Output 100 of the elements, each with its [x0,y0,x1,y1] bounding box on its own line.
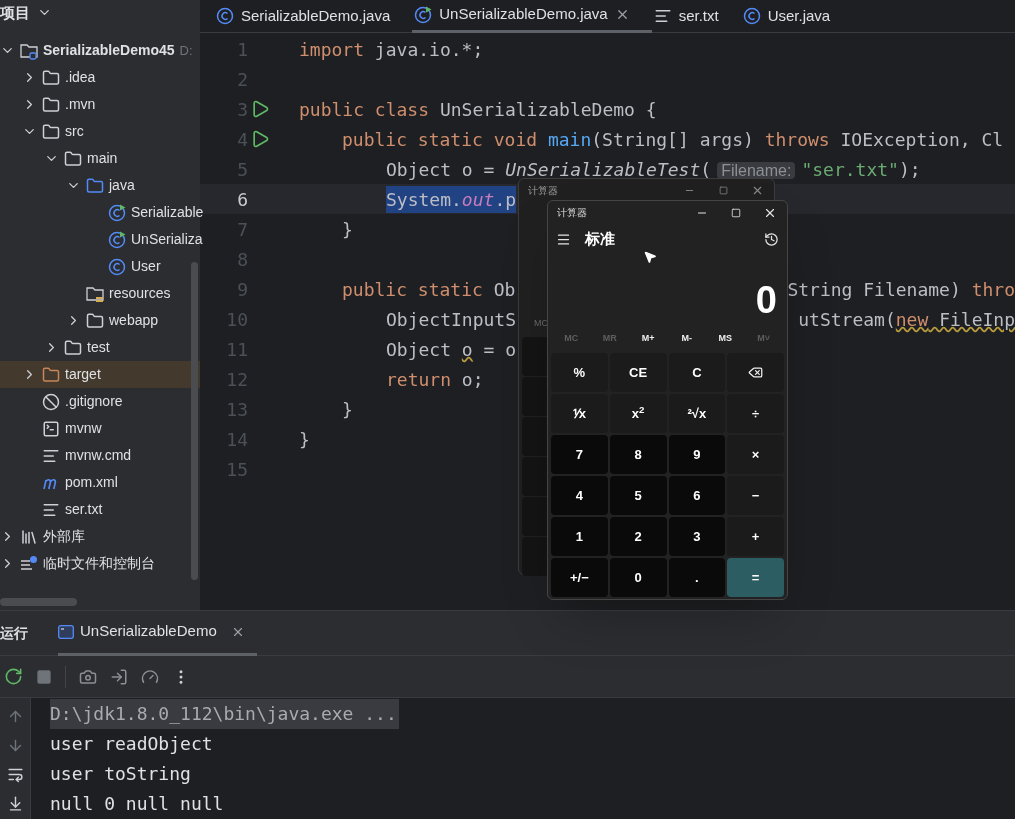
soft-wrap-icon[interactable] [6,766,24,783]
calculator-key[interactable]: +/− [551,558,608,597]
calculator-key[interactable]: 2 [609,517,667,556]
tree-label: pom.xml [65,473,118,492]
tree-label: .mvn [65,95,96,114]
panel-title: 运行 [0,623,29,643]
calculator-key[interactable]: x$^{2}$ [609,394,667,433]
calculator-key[interactable]: 9 [668,435,726,474]
tree-item[interactable]: ser.txt [0,496,200,523]
pointer-icon [643,250,657,264]
folder-icon [64,149,82,168]
text-file-icon [653,7,672,25]
class-icon [108,257,126,276]
calculator-key[interactable]: 1 [551,517,608,556]
editor-tab[interactable]: User.java [740,0,853,33]
runnable-class-icon [414,5,433,24]
tab-label: SerializableDemo.java [241,5,391,26]
run-icon[interactable] [250,99,270,119]
rerun-icon[interactable] [4,667,23,686]
calculator-key[interactable]: 5 [609,476,667,515]
tab-label: ser.txt [678,5,719,26]
calculator-key[interactable]: 0 [609,558,667,597]
tree-item[interactable]: .gitignore [0,388,200,415]
calculator-key[interactable]: ²√x [668,394,726,433]
calculator-key[interactable]: C [668,353,726,392]
tree-label: test [87,338,110,357]
calculator-key[interactable] [727,353,784,392]
tree-item[interactable]: 外部库 [0,523,200,550]
tree-item[interactable]: test [0,334,200,361]
calculator-key[interactable]: 4 [551,476,608,515]
tree-label: .idea [65,68,96,87]
tree-item[interactable]: resources [0,280,200,307]
code-line: utStream(new FileInp [798,307,1015,332]
runnable-class-icon [108,203,126,222]
tree-item[interactable]: .mvn [0,91,200,118]
calculator-key[interactable]: = [727,558,784,597]
calculator-key[interactable]: + [727,517,784,556]
tree-item[interactable]: 临时文件和控制台 [0,550,200,577]
tree-label: Serializable [131,203,204,222]
camera-icon[interactable] [79,667,97,686]
calculator-key[interactable]: ⅟x [551,394,608,433]
calculator-key[interactable]: − [727,476,784,515]
editor-tab[interactable]: UnSerializableDemo.java [412,0,652,33]
scrollbar[interactable] [0,598,77,606]
console-line: null 0 null null [50,792,224,816]
code-line: public static void main(String[] args) throws IOException, Cl [342,127,1004,152]
tree-item[interactable]: SerializableDemo45 D: [0,37,200,64]
calculator-key[interactable]: × [727,435,784,474]
calculator-key[interactable]: ÷ [727,394,784,433]
path-hint: D: [179,41,193,60]
tree-label: User [131,257,161,276]
code-line: public class UnSerializableDemo { [299,97,657,122]
tree-item[interactable]: java [0,172,200,199]
tree-label: ser.txt [65,500,103,519]
line-number: 6 [236,187,248,212]
memory-button[interactable]: M- [667,332,706,346]
tree-item[interactable]: mvnw [0,415,200,442]
calculator-key[interactable]: 7 [551,435,608,474]
tree-item[interactable]: webapp [0,307,200,334]
tree-label: mvnw [65,419,102,438]
tree-label: target [65,365,101,384]
code-line: } [342,397,353,422]
calculator-key[interactable]: 3 [668,517,726,556]
history-icon[interactable] [764,231,779,247]
code-line: Object o = o [386,337,517,362]
tree-item[interactable]: src [0,118,200,145]
tree-item[interactable]: main [0,145,200,172]
scratch-icon [20,554,38,573]
tree-item[interactable]: .idea [0,64,200,91]
calculator-key[interactable]: 6 [668,476,726,515]
run-icon[interactable] [250,129,270,149]
tab-label: UnSerializableDemo.java [439,4,608,25]
editor-tab[interactable]: SerializableDemo.java [214,0,413,33]
folder-icon [64,338,82,357]
scrollbar[interactable] [191,262,198,580]
folder-icon [42,365,60,384]
tree-item[interactable]: User [0,253,200,280]
calculator-key[interactable]: . [668,558,726,597]
menu-icon[interactable] [556,231,571,247]
calculator-key[interactable]: CE [609,353,667,392]
ignore-icon [42,392,60,411]
gauge-icon[interactable] [141,667,159,686]
tree-item[interactable]: pom.xml [0,469,200,496]
tab-label: User.java [767,5,831,26]
tree-item[interactable]: target [0,361,200,388]
tree-label: 临时文件和控制台 [43,554,155,573]
tree-item[interactable]: mvnw.cmd [0,442,200,469]
tree-label: mvnw.cmd [65,446,132,465]
calculator-key[interactable]: 8 [609,435,667,474]
calculator-key[interactable]: % [551,353,608,392]
editor-tab[interactable]: ser.txt [651,0,741,33]
memory-button[interactable]: M+ [629,332,668,346]
tree-label: resources [109,284,171,303]
memory-button[interactable]: MS [706,332,745,346]
stop-icon[interactable] [36,668,52,685]
run-tab[interactable]: UnSerializableDemo [58,610,257,656]
code-line: } [342,217,353,242]
console-line: user readObject [50,732,213,756]
arrow-into-box-icon[interactable] [110,667,128,686]
panel-title[interactable]: 项目 [0,2,30,25]
